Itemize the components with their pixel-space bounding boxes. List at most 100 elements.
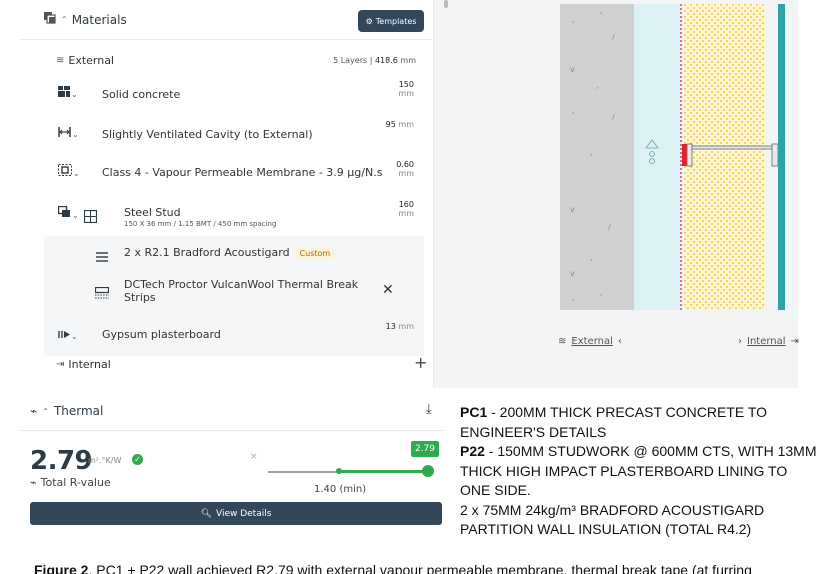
cavity-layer [634,4,680,310]
cavity-layer-icon[interactable]: ⌄ [58,126,79,140]
download-icon[interactable]: ⤓ [426,402,432,417]
pulse-icon: ⌁ [30,476,37,489]
svg-text:': ' [600,11,602,20]
layer-thickness: 13 mm [385,322,414,331]
stud-name: Steel Stud [124,206,181,219]
layers-icon [44,12,57,27]
r-value-unit: m².°K/W [88,456,122,465]
external-row: ≋ External 5 Layers | 418.6 mm [56,52,416,68]
thermal-header[interactable]: ⌁ ⌃ Thermal [30,404,103,418]
r-value-slider-thumb[interactable] [422,465,434,477]
login-arrow-icon: ⇥ [56,358,65,370]
add-layer-button[interactable]: + [414,353,427,372]
external-label: External [68,53,115,67]
chevron-down-icon: ⌄ [73,169,80,178]
layer-name: Gypsum plasterboard [102,328,221,341]
search-icon: 🔍︎ [200,508,212,519]
slider-min-label: 1.40 (min) [314,484,367,495]
spec-p22-insulation: 2 x 75MM 24kg/m³ BRADFORD ACOUSTIGARD PA… [460,501,765,538]
thermal-break-name: DCTech Proctor VulcanWool Thermal Break … [124,278,359,304]
svg-text:v: v [570,65,575,74]
external-side-icon: ≋ [558,336,567,347]
scrollbar[interactable] [444,0,448,8]
layer-thickness: 150 mm [398,80,414,98]
layer-thickness: 160 mm [398,200,414,218]
materials-title[interactable]: ⌃ Materials [44,12,127,27]
internal-row: ⇥ Internal [56,356,416,372]
figure-caption: Figure 2. PC1 + P22 wall achieved R2.79 … [34,562,752,574]
thermal-break-icon [94,284,110,303]
stud-layer-icon[interactable]: ⌄ [57,205,79,221]
concrete-layer [560,4,634,310]
layer-row-solid-concrete[interactable]: ⌄ Solid concrete 150 mm [32,80,424,108]
layer-name: Solid concrete [102,88,181,101]
view-details-label: View Details [216,508,272,519]
templates-label: Templates [375,16,417,26]
materials-header: ⌃ Materials ⚙ Templates [20,0,434,40]
spec-p22: P22 - 150MM STUDWORK @ 600MM CTS, WITH 1… [460,443,817,498]
layer-thickness: 95 mm [385,120,414,129]
svg-text:,: , [572,15,575,24]
membrane-layer-icon[interactable]: ⌄ [58,164,80,179]
layer-row-vapour-membrane[interactable]: ⌄ Class 4 - Vapour Permeable Membrane - … [32,158,424,188]
gear-icon: ⚙ [365,16,373,26]
external-side-icon: ≋ [56,54,65,66]
insulation-row[interactable]: 2 x R2.1 Bradford Acoustigard Custom [32,240,424,266]
chevron-down-icon: ⌄ [71,90,78,99]
slider-x-mark: × [250,452,258,462]
nav-internal-label: Internal [747,336,786,347]
r-value-slider-fill [338,470,428,473]
chevron-up-icon: ⌃ [61,15,68,24]
svg-text:,: , [596,81,599,90]
chevron-up-icon: ⌃ [42,406,49,416]
svg-text:': ' [600,293,602,302]
check-icon: ✓ [132,454,143,465]
wall-section-diagram: , ' / v , ' /, v /, v ', [560,4,785,310]
chevron-down-icon: ⌄ [72,211,79,220]
internal-label: Internal [68,357,111,371]
svg-text:v: v [570,269,575,278]
materials-panel: ⌃ Materials ⚙ Templates ≋ External 5 Lay… [20,0,434,388]
close-icon[interactable]: ✕ [382,282,394,298]
view-details-button[interactable]: 🔍︎ View Details [30,502,442,525]
chevron-left-icon: ‹ [617,336,622,347]
materials-title-text: Materials [71,12,127,27]
thermal-panel: ⌁ ⌃ Thermal ⤓ 2.79 m².°K/W ✓ ⌁ Total R-v… [20,394,444,534]
stud-web [691,145,773,150]
svg-text:,: , [590,148,593,157]
concrete-layer-icon[interactable]: ⌄ [58,86,78,100]
layer-name: Slightly Ventilated Cavity (to External) [102,128,313,141]
layer-name: Class 4 - Vapour Permeable Membrane - 3.… [102,166,383,179]
external-meta: 5 Layers | 418.6 mm [333,55,416,65]
slider-value-tooltip: 2.79 [411,441,439,457]
svg-text:/: / [612,113,615,122]
layer-row-ventilated-cavity[interactable]: ⌄ Slightly Ventilated Cavity (to Externa… [32,120,424,148]
slider-min-marker [336,468,342,474]
plasterboard-layer-icon[interactable]: ⌄ [58,328,78,342]
thermal-break-row[interactable]: DCTech Proctor VulcanWool Thermal Break … [32,274,424,314]
nav-external[interactable]: ≋ External ‹ [558,336,622,347]
chevron-right-icon: › [738,336,742,347]
total-r-value-label: ⌁ Total R-value [30,476,111,489]
plasterboard-layer [778,4,785,310]
top-panel: ⌃ Materials ⚙ Templates ≋ External 5 Lay… [20,0,799,388]
login-arrow-icon: ⇥ [790,336,799,347]
custom-badge: Custom [295,248,335,259]
svg-text:,: , [590,253,593,262]
stud-spec: 150 X 36 mm / 1.15 BMT / 450 mm spacing [124,220,277,228]
chevron-down-icon: ⌄ [71,332,78,341]
stud-flange [686,143,693,167]
templates-button[interactable]: ⚙ Templates [358,10,424,32]
layer-thickness: 0.60 mm [396,160,414,178]
materials-list: ≋ External 5 Layers | 418.6 mm ⌄ Solid c… [32,44,427,384]
specification-text: PC1 - 200MM THICK PRECAST CONCRETE TO EN… [460,403,820,540]
layer-row-gypsum[interactable]: ⌄ Gypsum plasterboard 13 mm [32,320,424,350]
nav-internal[interactable]: › Internal ⇥ [738,336,799,347]
insulation-name: 2 x R2.1 Bradford Acoustigard Custom [124,246,335,259]
stud-thermal-break [682,144,687,166]
layer-row-steel-stud[interactable]: ⌄ Steel Stud 150 X 36 mm / 1.15 BMT / 45… [32,198,424,232]
chevron-down-icon: ⌄ [72,130,79,139]
thermal-title: Thermal [53,404,104,418]
pulse-icon: ⌁ [30,404,38,418]
divider [20,430,444,431]
